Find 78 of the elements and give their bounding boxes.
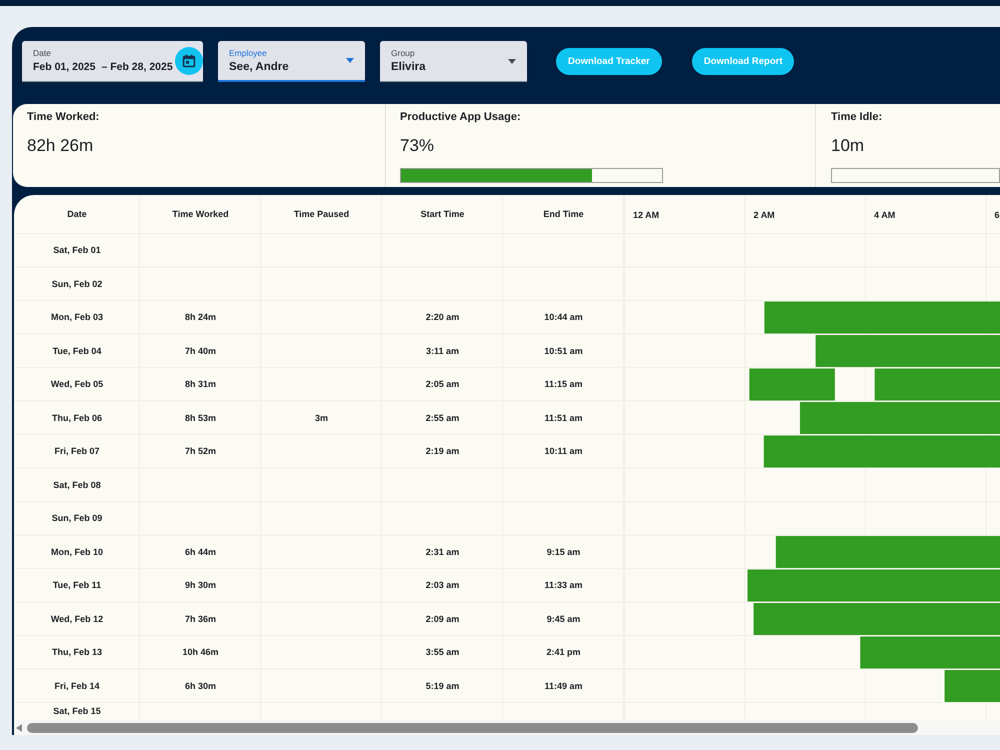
duration-value: 8h 24m bbox=[184, 312, 216, 324]
duration-value: 7h 52m bbox=[184, 446, 216, 458]
time-value: 3:11 am bbox=[426, 346, 460, 357]
time-value: 10:51 am bbox=[544, 346, 583, 357]
time-value: 11:51 am bbox=[544, 412, 583, 424]
duration-value: 8h 31m bbox=[184, 379, 216, 390]
date-label: Fri, Feb 14 bbox=[54, 680, 100, 692]
duration-value: 7h 36m bbox=[184, 614, 216, 625]
caret-icon bbox=[346, 58, 354, 63]
time-value: 2:55 am bbox=[426, 412, 460, 424]
column-header: Date bbox=[67, 209, 87, 220]
column-header: End Time bbox=[543, 209, 584, 220]
duration-value: 7h 40m bbox=[184, 346, 216, 357]
time-value: 9:45 am bbox=[546, 614, 580, 625]
duration-value: 6h 30m bbox=[184, 680, 216, 692]
hour-label: 6 bbox=[994, 210, 1000, 220]
time-value: 5:19 am bbox=[426, 680, 460, 692]
date-label: Wed, Feb 05 bbox=[50, 379, 104, 390]
scrollbar-thumb[interactable] bbox=[27, 722, 918, 732]
date-label: Mon, Feb 03 bbox=[50, 312, 103, 324]
end-date-value: – Feb 28, 2025 bbox=[101, 60, 173, 74]
duration-value: 9h 30m bbox=[184, 580, 216, 592]
time-value: 10:11 am bbox=[544, 446, 583, 458]
date-label: Sun, Feb 09 bbox=[52, 513, 102, 524]
duration-value: 3m bbox=[314, 412, 328, 424]
field-label: Employee bbox=[229, 48, 267, 58]
column-header: Time Paused bbox=[294, 209, 350, 220]
column-header: Time Worked bbox=[172, 209, 229, 220]
time-value: 9:15 am bbox=[546, 546, 580, 558]
dropdown-field[interactable]: Group Elivira bbox=[380, 41, 527, 82]
work-time-bar bbox=[944, 670, 1000, 702]
field-value: Elivira bbox=[391, 60, 426, 74]
date-label: Sat, Feb 01 bbox=[53, 245, 101, 256]
field-value: See, Andre bbox=[229, 60, 289, 74]
time-value: 2:05 am bbox=[426, 379, 460, 390]
date-label: Sat, Feb 15 bbox=[53, 706, 101, 717]
field-label: Group bbox=[391, 48, 415, 58]
time-value: 2:19 am bbox=[426, 446, 460, 458]
time-value: 11:15 am bbox=[544, 379, 583, 390]
hour-label: 2 AM bbox=[754, 210, 775, 220]
date-label: Sun, Feb 02 bbox=[52, 278, 102, 290]
date-label: Tue, Feb 11 bbox=[52, 580, 102, 592]
time-value: 2:31 am bbox=[426, 546, 460, 558]
time-value: 2:09 am bbox=[426, 614, 460, 625]
stat-label: Time Worked: bbox=[27, 111, 100, 123]
hour-label: 12 AM bbox=[633, 210, 660, 220]
column-header: Start Time bbox=[420, 209, 464, 220]
time-value: 3:55 am bbox=[426, 647, 460, 658]
stat-label: Time Idle: bbox=[831, 111, 882, 123]
stat-value: 82h 26m bbox=[27, 136, 94, 156]
time-value: 2:41 pm bbox=[546, 647, 580, 658]
time-value: 2:20 am bbox=[426, 312, 460, 324]
time-value: 10:44 am bbox=[544, 312, 583, 324]
date-label: Tue, Feb 04 bbox=[52, 346, 102, 357]
scroll-left-icon[interactable] bbox=[16, 724, 22, 732]
date-label: Mon, Feb 10 bbox=[50, 546, 103, 558]
time-value: 11:49 am bbox=[544, 680, 583, 692]
stat-label: Productive App Usage: bbox=[400, 111, 521, 123]
date-label: Thu, Feb 06 bbox=[52, 412, 102, 424]
date-label: Thu, Feb 13 bbox=[52, 647, 102, 658]
duration-value: 6h 44m bbox=[184, 546, 216, 558]
stat-value: 73% bbox=[400, 136, 434, 156]
horizontal-scrollbar[interactable] bbox=[14, 720, 1000, 735]
date-label: Wed, Feb 12 bbox=[50, 614, 104, 625]
time-value: 11:33 am bbox=[544, 580, 583, 592]
dropdown-field[interactable]: Employee See, Andre bbox=[218, 41, 365, 82]
stat-value: 10m bbox=[831, 136, 864, 156]
time-value: 2:03 am bbox=[426, 580, 460, 592]
date-label: Sat, Feb 08 bbox=[53, 480, 101, 491]
duration-value: 10h 46m bbox=[182, 647, 219, 658]
date-range-field[interactable]: Date Feb 01, 2025 – Feb 28, 2025 bbox=[22, 41, 203, 82]
calendar-icon[interactable] bbox=[175, 47, 203, 75]
caret-icon bbox=[508, 58, 516, 64]
duration-value: 8h 53m bbox=[184, 412, 216, 424]
hour-label: 4 AM bbox=[874, 210, 896, 220]
date-label: Fri, Feb 07 bbox=[54, 446, 100, 458]
field-label: Date bbox=[33, 48, 51, 58]
start-date-value: Feb 01, 2025 bbox=[33, 60, 96, 74]
